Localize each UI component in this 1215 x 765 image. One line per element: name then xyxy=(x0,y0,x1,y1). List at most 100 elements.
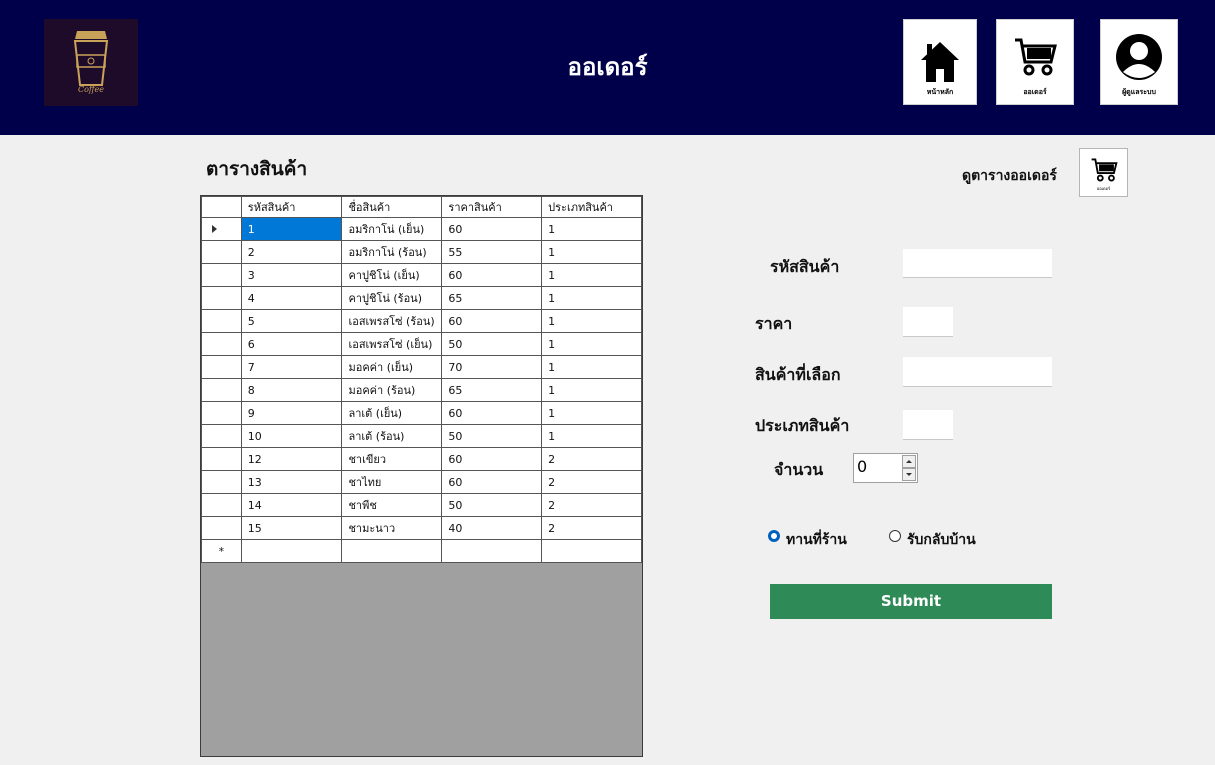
row-header[interactable] xyxy=(201,263,242,287)
row-header[interactable] xyxy=(201,378,242,402)
cell-category[interactable]: 1 xyxy=(541,378,642,402)
selected-product-field[interactable] xyxy=(903,357,1052,387)
cell-name[interactable]: ชาไทย xyxy=(341,470,443,494)
cell-category[interactable]: 1 xyxy=(541,309,642,333)
table-row[interactable]: 1 อมริกาโน่ (เย็น) 60 1 xyxy=(201,217,642,241)
row-header[interactable] xyxy=(201,447,242,471)
cell-price[interactable]: 60 xyxy=(441,309,543,333)
cell-code[interactable]: 2 xyxy=(240,240,343,264)
price-field[interactable] xyxy=(903,307,953,337)
new-row-cell[interactable] xyxy=(441,539,543,563)
product-code-field[interactable] xyxy=(903,249,1052,278)
quantity-value[interactable]: 0 xyxy=(857,457,867,476)
row-header[interactable] xyxy=(201,332,242,356)
table-row[interactable]: 9 ลาเต้ (เย็น) 60 1 xyxy=(201,401,642,425)
cell-price[interactable]: 50 xyxy=(441,493,543,517)
dine-in-radio-dot[interactable] xyxy=(768,530,780,542)
table-row[interactable]: 6 เอสเพรสโซ่ (เย็น) 50 1 xyxy=(201,332,642,356)
row-header[interactable] xyxy=(201,470,242,494)
table-row[interactable]: 7 มอคค่า (เย็น) 70 1 xyxy=(201,355,642,379)
cell-price[interactable]: 65 xyxy=(441,286,543,310)
cell-category[interactable]: 1 xyxy=(541,240,642,264)
cell-name[interactable]: คาปูชิโน่ (ร้อน) xyxy=(341,286,443,310)
row-header[interactable] xyxy=(201,401,242,425)
new-row-cell[interactable] xyxy=(341,539,443,563)
cell-price[interactable]: 60 xyxy=(441,470,543,494)
cell-price[interactable]: 60 xyxy=(441,263,543,287)
row-header[interactable] xyxy=(201,516,242,540)
cell-category[interactable]: 1 xyxy=(541,263,642,287)
cell-price[interactable]: 60 xyxy=(441,217,543,241)
cell-category[interactable]: 1 xyxy=(541,355,642,379)
cell-category[interactable]: 2 xyxy=(541,493,642,517)
view-orders-button[interactable]: ออเดอร์ xyxy=(1079,148,1128,197)
cell-name[interactable]: อมริกาโน่ (ร้อน) xyxy=(341,240,443,264)
column-header-name[interactable]: ชื่อสินค้า xyxy=(341,196,443,218)
cell-price[interactable]: 40 xyxy=(441,516,543,540)
cell-code[interactable]: 4 xyxy=(240,286,343,310)
row-header[interactable] xyxy=(201,286,242,310)
cell-code[interactable]: 8 xyxy=(240,378,343,402)
nav-order-button[interactable]: ออเดอร์ xyxy=(996,19,1074,105)
new-row-cell[interactable] xyxy=(541,539,642,563)
cell-code[interactable]: 1 xyxy=(240,217,343,241)
cell-name[interactable]: เอสเพรสโซ่ (ร้อน) xyxy=(341,309,443,333)
quantity-up-button[interactable] xyxy=(902,455,916,468)
row-header[interactable] xyxy=(201,355,242,379)
cell-code[interactable]: 6 xyxy=(240,332,343,356)
cell-price[interactable]: 60 xyxy=(441,401,543,425)
cell-category[interactable]: 1 xyxy=(541,332,642,356)
table-row[interactable]: 13 ชาไทย 60 2 xyxy=(201,470,642,494)
cell-price[interactable]: 50 xyxy=(441,332,543,356)
cell-name[interactable]: มอคค่า (เย็น) xyxy=(341,355,443,379)
quantity-stepper[interactable]: 0 xyxy=(853,453,918,483)
cell-category[interactable]: 2 xyxy=(541,470,642,494)
column-header-price[interactable]: ราคาสินค้า xyxy=(441,196,543,218)
table-row[interactable]: 15 ชามะนาว 40 2 xyxy=(201,516,642,540)
cell-category[interactable]: 1 xyxy=(541,286,642,310)
table-row[interactable]: 10 ลาเต้ (ร้อน) 50 1 xyxy=(201,424,642,448)
cell-code[interactable]: 13 xyxy=(240,470,343,494)
products-grid[interactable]: รหัสสินค้า ชื่อสินค้า ราคาสินค้า ประเภทส… xyxy=(200,195,643,757)
cell-code[interactable]: 9 xyxy=(240,401,343,425)
cell-code[interactable]: 10 xyxy=(240,424,343,448)
column-header-category[interactable]: ประเภทสินค้า xyxy=(541,196,642,218)
row-header[interactable] xyxy=(201,217,242,241)
cell-category[interactable]: 2 xyxy=(541,516,642,540)
cell-category[interactable]: 1 xyxy=(541,217,642,241)
table-row[interactable]: 8 มอคค่า (ร้อน) 65 1 xyxy=(201,378,642,402)
cell-code[interactable]: 14 xyxy=(240,493,343,517)
cell-name[interactable]: ชาเขียว xyxy=(341,447,443,471)
cell-name[interactable]: อมริกาโน่ (เย็น) xyxy=(341,217,443,241)
takeaway-radio-dot[interactable] xyxy=(889,530,901,542)
table-row[interactable]: 14 ชาพีช 50 2 xyxy=(201,493,642,517)
cell-code[interactable]: 7 xyxy=(240,355,343,379)
column-header-code[interactable]: รหัสสินค้า xyxy=(240,196,343,218)
row-header[interactable] xyxy=(201,309,242,333)
submit-button[interactable]: Submit xyxy=(770,584,1052,619)
cell-code[interactable]: 3 xyxy=(240,263,343,287)
cell-name[interactable]: คาปูชิโน่ (เย็น) xyxy=(341,263,443,287)
table-row[interactable]: 5 เอสเพรสโซ่ (ร้อน) 60 1 xyxy=(201,309,642,333)
cell-name[interactable]: ชามะนาว xyxy=(341,516,443,540)
table-row[interactable]: 12 ชาเขียว 60 2 xyxy=(201,447,642,471)
cell-name[interactable]: เอสเพรสโซ่ (เย็น) xyxy=(341,332,443,356)
cell-price[interactable]: 60 xyxy=(441,447,543,471)
cell-category[interactable]: 1 xyxy=(541,424,642,448)
table-row[interactable]: 4 คาปูชิโน่ (ร้อน) 65 1 xyxy=(201,286,642,310)
nav-home-button[interactable]: หน้าหลัก xyxy=(903,19,977,105)
cell-name[interactable]: ลาเต้ (ร้อน) xyxy=(341,424,443,448)
row-header[interactable] xyxy=(201,493,242,517)
cell-category[interactable]: 1 xyxy=(541,401,642,425)
cell-code[interactable]: 5 xyxy=(240,309,343,333)
row-header[interactable] xyxy=(201,424,242,448)
quantity-down-button[interactable] xyxy=(902,468,916,481)
table-row[interactable]: 3 คาปูชิโน่ (เย็น) 60 1 xyxy=(201,263,642,287)
cell-name[interactable]: มอคค่า (ร้อน) xyxy=(341,378,443,402)
cell-price[interactable]: 50 xyxy=(441,424,543,448)
new-row-cell[interactable] xyxy=(240,539,343,563)
cell-name[interactable]: ลาเต้ (เย็น) xyxy=(341,401,443,425)
cell-code[interactable]: 12 xyxy=(240,447,343,471)
cell-price[interactable]: 70 xyxy=(441,355,543,379)
category-field[interactable] xyxy=(903,410,953,440)
